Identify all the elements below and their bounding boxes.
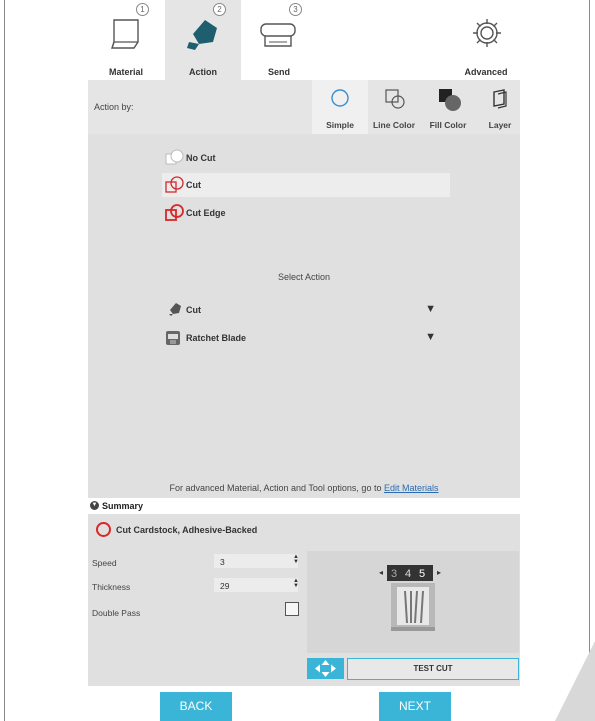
speed-label: Speed: [92, 558, 117, 568]
action-by-simple[interactable]: Simple: [312, 80, 368, 134]
action-option-no-cut[interactable]: No Cut: [162, 146, 450, 170]
line-color-icon: [385, 89, 405, 109]
fill-color-icon: [439, 89, 461, 111]
action-by-bar: Action by: Simple Line Color Fill Color …: [88, 80, 520, 134]
svg-text:◂: ◂: [379, 568, 383, 577]
step-number-badge: 1: [136, 3, 149, 16]
action-option-label: Cut: [186, 180, 201, 190]
summary-title: Summary: [102, 501, 144, 511]
material-ring-icon: [96, 522, 111, 537]
nudge-arrows-button[interactable]: [307, 658, 344, 679]
action-option-label: No Cut: [186, 153, 216, 163]
tool-dropdown[interactable]: Ratchet Blade ▼: [166, 328, 448, 348]
test-cut-button[interactable]: TEST CUT: [347, 658, 519, 680]
svg-text:▸: ▸: [437, 568, 441, 577]
tab-label: Action: [189, 67, 217, 77]
gear-icon: [473, 19, 501, 47]
step-number-badge: 3: [289, 3, 302, 16]
thickness-label: Thickness: [92, 582, 131, 592]
mat-icon: [111, 19, 139, 49]
speed-field[interactable]: 3: [214, 554, 298, 568]
action-by-line-color[interactable]: Line Color: [366, 80, 422, 134]
action-by-layer[interactable]: Layer: [472, 80, 528, 134]
edit-materials-link[interactable]: Edit Materials: [384, 483, 439, 493]
tool-dropdown-value: Ratchet Blade: [186, 333, 247, 343]
corner-decoration: [555, 641, 595, 721]
action-option-cut[interactable]: Cut: [162, 173, 450, 197]
blade-scale-number: 3: [391, 568, 397, 580]
blade-icon: [169, 303, 181, 316]
material-name-label: Cut Cardstock, Adhesive-Backed: [116, 525, 258, 535]
circle-icon: [331, 89, 349, 107]
select-action-title: Select Action: [277, 272, 331, 282]
dropdown-arrow-icon: ▼: [425, 303, 436, 315]
double-pass-label: Double Pass: [92, 608, 141, 618]
tab-label: Material: [108, 67, 143, 77]
thickness-value: 29: [220, 581, 230, 591]
move-arrows-icon: [315, 660, 336, 677]
step-number-badge: 2: [213, 3, 226, 16]
action-dropdown[interactable]: Cut ▼: [168, 300, 448, 320]
action-by-option-label: Simple: [326, 120, 354, 130]
layer-icon: [493, 89, 507, 109]
action-dropdown-value: Cut: [186, 305, 201, 315]
action-by-option-label: Layer: [488, 120, 512, 130]
thickness-stepper-icon[interactable]: ▲ ▼: [293, 578, 299, 589]
window-border-right: [589, 0, 590, 721]
blade-preview: ◂ 3 4 5 ▸: [307, 551, 519, 653]
summary-panel: Cut Cardstock, Adhesive-Backed Speed 3 ▲…: [88, 514, 520, 686]
thickness-field[interactable]: 29: [214, 578, 298, 592]
advanced-options-text: For advanced Material, Action and Tool o…: [169, 483, 382, 493]
cut-edge-icon: [165, 204, 184, 221]
summary-toggle[interactable]: ▼ Summary: [88, 498, 520, 514]
double-pass-checkbox[interactable]: [285, 602, 299, 616]
next-button[interactable]: NEXT: [379, 692, 451, 721]
action-option-cut-edge[interactable]: Cut Edge: [162, 201, 450, 225]
speed-value: 3: [220, 557, 225, 567]
action-by-option-label: Fill Color: [429, 120, 467, 130]
action-by-label: Action by:: [94, 102, 134, 112]
speed-stepper-icon[interactable]: ▲ ▼: [293, 554, 299, 565]
tab-action[interactable]: 2 Action: [165, 0, 241, 80]
dropdown-arrow-icon: ▼: [425, 331, 436, 343]
tab-advanced[interactable]: Advanced: [448, 0, 524, 80]
no-cut-icon: [165, 149, 184, 165]
advanced-options-note: For advanced Material, Action and Tool o…: [88, 483, 520, 493]
action-by-fill-color[interactable]: Fill Color: [420, 80, 476, 134]
cut-icon: [165, 176, 184, 193]
action-option-label: Cut Edge: [186, 208, 226, 218]
tab-label: Send: [267, 67, 290, 77]
window-border-left: [4, 0, 5, 721]
cutter-icon: [260, 23, 296, 47]
chevron-down-icon: ▼: [90, 501, 99, 510]
ratchet-blade-icon: [166, 331, 180, 345]
blade-setting-illustration: ◂ 3 4 5 ▸: [379, 565, 441, 631]
tab-send[interactable]: 3 Send: [241, 0, 317, 80]
tab-material[interactable]: 1 Material: [88, 0, 164, 80]
blade-scale-number: 5: [419, 568, 425, 580]
tab-label: Advanced: [464, 67, 508, 77]
action-by-option-label: Line Color: [372, 120, 416, 130]
blade-icon: [187, 20, 217, 50]
blade-scale-number: 4: [405, 568, 411, 580]
back-button[interactable]: BACK: [160, 692, 232, 721]
action-panel: No Cut Cut Cut Edge Select Action Cut ▼ …: [88, 134, 520, 498]
